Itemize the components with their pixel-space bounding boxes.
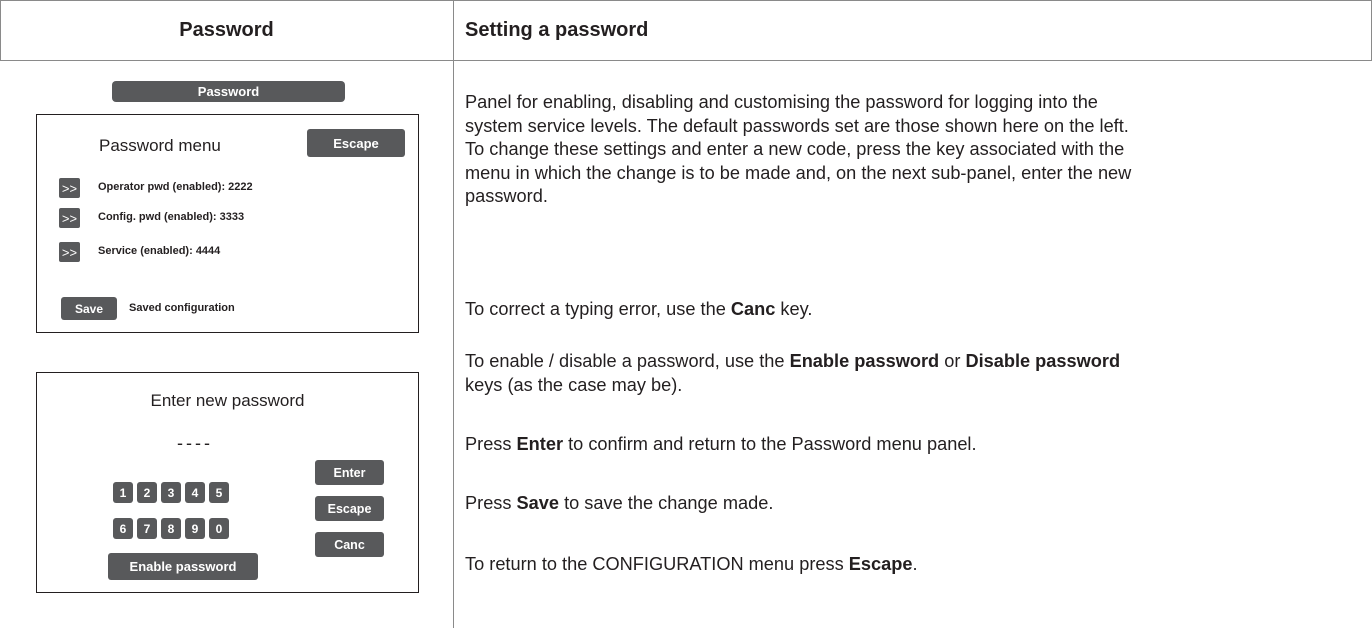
save-button[interactable]: Save xyxy=(61,297,117,320)
escape-button[interactable]: Escape xyxy=(307,129,405,157)
intro-line: system service levels. The default passw… xyxy=(465,115,1129,136)
intro-line: Panel for enabling, disabling and custom… xyxy=(465,92,1098,112)
saved-configuration-label: Saved configuration xyxy=(129,302,235,314)
save-instruction: Press Save to save the change made. xyxy=(465,492,773,516)
enter-instruction-tail: to confirm and return to the Password me… xyxy=(563,434,977,454)
enable-instruction-or: or xyxy=(939,351,966,371)
operator-pwd-label: Operator pwd (enabled): 2222 xyxy=(98,181,253,193)
config-pwd-label: Config. pwd (enabled): 3333 xyxy=(98,211,245,223)
escape-button-keypad[interactable]: Escape xyxy=(315,496,384,521)
canc-instruction-tail: key. xyxy=(775,299,813,319)
enter-new-password-heading: Enter new password xyxy=(150,391,305,410)
escape-key-name: Escape xyxy=(848,554,913,574)
escape-instruction: To return to the CONFIGURATION menu pres… xyxy=(465,553,918,577)
enable-password-button[interactable]: Enable password xyxy=(108,553,258,580)
enable-password-key-name: Enable password xyxy=(789,351,940,371)
save-instruction-tail: to save the change made. xyxy=(559,493,774,513)
password-placeholder-dashes: ---- xyxy=(177,433,213,453)
password-menu-heading: Password menu xyxy=(99,136,221,155)
intro-paragraph: Panel for enabling, disabling and custom… xyxy=(465,91,1131,209)
enable-instruction: To enable / disable a password, use the … xyxy=(465,350,1120,397)
digit-1-key[interactable]: 1 xyxy=(113,482,133,503)
canc-instruction-text: To correct a typing error, use the xyxy=(465,299,731,319)
enable-instruction-tail: keys (as the case may be). xyxy=(465,374,683,395)
save-key-name: Save xyxy=(516,493,560,513)
digit-4-key[interactable]: 4 xyxy=(185,482,205,503)
intro-line: password. xyxy=(465,186,548,206)
config-pwd-arrow-button[interactable]: >> xyxy=(59,208,80,228)
digit-9-key[interactable]: 9 xyxy=(185,518,205,539)
column-header-password: Password xyxy=(179,18,274,41)
service-pwd-arrow-button[interactable]: >> xyxy=(59,242,80,262)
digit-8-key[interactable]: 8 xyxy=(161,518,181,539)
digit-7-key[interactable]: 7 xyxy=(137,518,157,539)
canc-key-name: Canc xyxy=(730,299,776,319)
password-title-bar: Password xyxy=(112,81,345,102)
enter-button[interactable]: Enter xyxy=(315,460,384,485)
header-bottom-rule xyxy=(0,60,1372,61)
enter-key-name: Enter xyxy=(516,434,564,454)
disable-password-key-name: Disable password xyxy=(965,351,1121,371)
intro-line: To change these settings and enter a new… xyxy=(465,139,1125,159)
digit-6-key[interactable]: 6 xyxy=(113,518,133,539)
operator-pwd-arrow-button[interactable]: >> xyxy=(59,178,80,198)
enter-instruction: Press Enter to confirm and return to the… xyxy=(465,433,977,457)
password-menu-panel: Password menu Escape >> Operator pwd (en… xyxy=(36,114,419,333)
column-header-setting-password: Setting a password xyxy=(465,18,649,41)
canc-instruction: To correct a typing error, use the Canc … xyxy=(465,298,812,322)
enter-new-password-panel: Enter new password ---- 1 2 3 4 5 6 7 8 … xyxy=(36,372,419,593)
save-instruction-text: Press xyxy=(465,493,517,513)
digit-5-key[interactable]: 5 xyxy=(209,482,229,503)
escape-instruction-tail: . xyxy=(912,554,918,574)
canc-button[interactable]: Canc xyxy=(315,532,384,557)
digit-2-key[interactable]: 2 xyxy=(137,482,157,503)
digit-3-key[interactable]: 3 xyxy=(161,482,181,503)
enter-instruction-text: Press xyxy=(465,434,517,454)
escape-instruction-text: To return to the CONFIGURATION menu pres… xyxy=(465,554,849,574)
enable-instruction-text: To enable / disable a password, use the xyxy=(465,351,790,371)
service-pwd-label: Service (enabled): 4444 xyxy=(98,245,221,257)
intro-line: menu in which the change is to be made a… xyxy=(465,162,1132,183)
column-divider xyxy=(453,0,454,628)
digit-0-key[interactable]: 0 xyxy=(209,518,229,539)
